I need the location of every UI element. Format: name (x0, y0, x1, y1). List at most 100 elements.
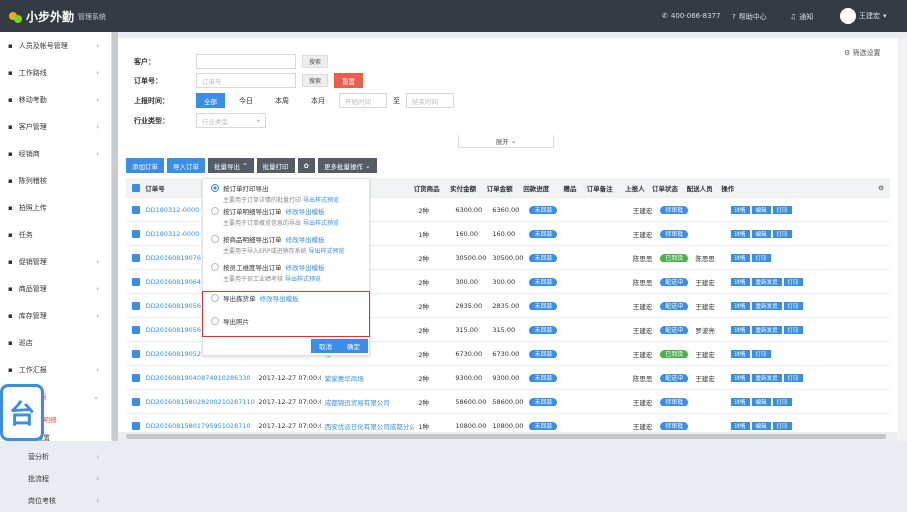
row-action-button[interactable]: 详情 (730, 373, 750, 382)
row-action-button[interactable]: 打印 (783, 277, 803, 286)
row-checkbox[interactable] (132, 253, 140, 262)
row-checkbox[interactable] (132, 229, 140, 238)
radio-button[interactable] (211, 184, 219, 192)
sidebar-item-10[interactable]: ▪ 库存管理 › (0, 302, 111, 329)
edit-template-link[interactable]: 修改导出模板 (286, 208, 325, 216)
vertical-scrollbar[interactable] (898, 38, 907, 441)
row-action-button[interactable]: 编辑 (751, 397, 771, 406)
sidebar-bottom-item-1[interactable]: 批流程 › (0, 468, 111, 490)
reset-button[interactable]: 重置 (334, 73, 364, 88)
time-today-button[interactable]: 今日 (231, 96, 261, 106)
edit-template-link[interactable]: 修改导出模板 (286, 264, 325, 272)
scrollbar-thumb[interactable] (126, 434, 886, 439)
more-batch-button[interactable]: 更多批量操作 ⌄ (317, 158, 377, 173)
preview-link[interactable]: 导出样式预览 (303, 197, 339, 204)
row-action-button[interactable]: 打印 (772, 421, 792, 430)
customer-search-button[interactable]: 搜索 (302, 55, 329, 68)
confirm-button[interactable]: 确定 (339, 339, 368, 353)
radio-button[interactable] (211, 235, 219, 243)
notification-link[interactable]: ♫ 通知 (790, 12, 813, 22)
customer-link[interactable]: 紫家惠华商场 (321, 373, 414, 383)
row-action-button[interactable]: 打印 (772, 397, 792, 406)
gear-icon[interactable]: ⚙ (878, 184, 884, 192)
row-action-button[interactable]: 详情 (730, 277, 750, 286)
row-action-button[interactable]: 重新发货 (751, 325, 782, 334)
import-order-button[interactable]: 导入订单 (167, 158, 205, 173)
order-search-button[interactable]: 搜索 (302, 74, 329, 87)
radio-button[interactable] (211, 207, 219, 215)
filter-settings-link[interactable]: ⚙ 筛选设置 (844, 48, 881, 58)
expand-toggle[interactable]: 展开 ⌄ (458, 135, 554, 148)
row-action-button[interactable]: 详情 (730, 421, 750, 430)
row-action-button[interactable]: 编辑 (751, 205, 771, 214)
row-checkbox[interactable] (132, 205, 140, 214)
start-time-input[interactable]: 开始时间 (339, 93, 387, 108)
phone-link[interactable]: ✆ 400-066-8377 (662, 12, 720, 20)
row-action-button[interactable]: 详情 (730, 229, 750, 238)
export-option[interactable]: 按员工维度导出订单 修改导出模板 主要用于员工业绩考核 导出样式预览 (211, 262, 325, 283)
export-option[interactable]: 按订单明细导出订单 修改导出模板 主要用于订单概览信息的导出 导出样式预览 (211, 206, 339, 227)
row-checkbox[interactable] (132, 421, 140, 430)
row-action-button[interactable]: 打印 (783, 325, 803, 334)
sidebar-item-9[interactable]: ▪ 商品管理 › (0, 275, 111, 302)
row-action-button[interactable]: 详情 (730, 349, 750, 358)
sidebar-bottom-item-0[interactable]: 营分析 › (0, 446, 111, 468)
horizontal-scrollbar[interactable] (118, 432, 898, 441)
radio-button[interactable] (211, 263, 219, 271)
customer-link[interactable]: 西安优派日化有限公司成都分公司 (321, 421, 414, 431)
sidebar-item-5[interactable]: ▪ 陈列稽核 (0, 167, 111, 194)
order-id-link[interactable]: DD20160819040874910286330 (142, 374, 255, 382)
row-action-button[interactable]: 详情 (730, 325, 750, 334)
sidebar-item-1[interactable]: ▪ 工作路线 › (0, 59, 111, 86)
preview-link[interactable]: 导出样式预览 (285, 276, 321, 283)
sidebar-item-3[interactable]: ▪ 客户管理 › (0, 113, 111, 140)
sidebar-item-4[interactable]: ▪ 经销商 › (0, 140, 111, 167)
row-checkbox[interactable] (132, 325, 140, 334)
batch-print-button[interactable]: 批量打印 (256, 158, 295, 173)
sidebar-item-11[interactable]: ▪ 巡店 (0, 329, 111, 356)
row-action-button[interactable]: 打印 (783, 301, 803, 310)
row-action-button[interactable]: 重新发货 (751, 301, 782, 310)
row-checkbox[interactable] (132, 397, 140, 406)
order-input[interactable]: 订单号 (196, 73, 296, 88)
row-checkbox[interactable] (132, 373, 140, 382)
row-action-button[interactable]: 打印 (772, 229, 792, 238)
time-month-button[interactable]: 本月 (303, 96, 333, 106)
user-menu[interactable]: 王建宏 ▾ (840, 8, 887, 24)
app-logo[interactable]: 小步外勤 管理系统 (8, 8, 106, 25)
row-action-button[interactable]: 编辑 (751, 229, 771, 238)
order-id-link[interactable]: DD20160815801795951028710 (142, 422, 255, 430)
type-select[interactable]: 行业类型 ▾ (196, 113, 266, 128)
preview-link[interactable]: 导出样式预览 (303, 220, 339, 227)
row-action-button[interactable]: 重新发货 (751, 277, 782, 286)
row-action-button[interactable]: 编辑 (751, 421, 771, 430)
time-all-button[interactable]: 全部 (196, 93, 225, 108)
print-settings-gear[interactable]: ✿ (297, 158, 315, 173)
export-option[interactable]: 按商品明细导出订单 修改导出模板 主要用于导入ERP或进销存系统 导出样式预览 (211, 234, 345, 255)
edit-template-link[interactable]: 修改导出模板 (286, 236, 325, 244)
help-center-link[interactable]: ? 帮助中心 (732, 12, 767, 22)
row-checkbox[interactable] (132, 301, 140, 310)
row-action-button[interactable]: 详情 (730, 253, 750, 262)
cancel-button[interactable]: 取消 (311, 339, 340, 353)
sidebar-item-2[interactable]: ▪ 移动考勤 › (0, 86, 111, 113)
customer-input[interactable] (196, 54, 296, 69)
row-action-button[interactable]: 打印 (772, 205, 792, 214)
sidebar-bottom-item-2[interactable]: 岗位考核 › (0, 490, 111, 512)
sidebar-item-7[interactable]: ▪ 任务 (0, 221, 111, 248)
batch-export-button[interactable]: 批量导出 ^ (208, 158, 254, 173)
customer-link[interactable]: 成都锦迅贸易有限公司 (321, 397, 414, 407)
order-id-link[interactable]: DD201608158028200210287110 (142, 398, 255, 406)
row-action-button[interactable]: 打印 (751, 253, 771, 262)
row-action-button[interactable]: 详情 (730, 397, 750, 406)
export-option[interactable]: 按订单打印导出 主要用于订单详情的批量打印 导出样式预览 (211, 183, 339, 204)
select-all-checkbox[interactable] (132, 183, 140, 192)
sidebar-item-12[interactable]: ▪ 工作汇报 › (0, 356, 111, 383)
add-order-button[interactable]: 添加订单 (126, 158, 164, 173)
row-action-button[interactable]: 详情 (730, 205, 750, 214)
row-action-button[interactable]: 打印 (783, 373, 803, 382)
row-checkbox[interactable] (132, 277, 140, 286)
row-action-button[interactable]: 重新发货 (751, 373, 782, 382)
row-checkbox[interactable] (132, 349, 140, 358)
row-action-button[interactable]: 打印 (751, 349, 771, 358)
